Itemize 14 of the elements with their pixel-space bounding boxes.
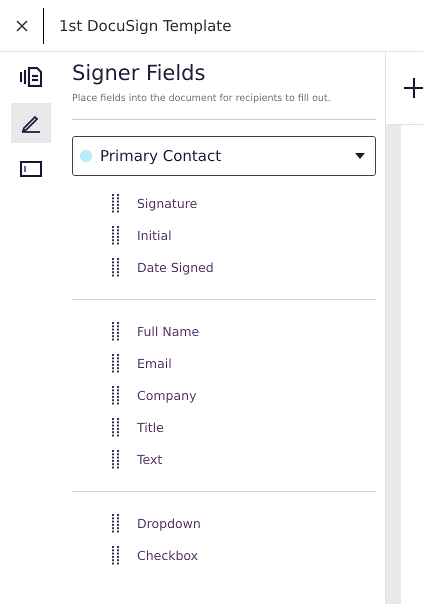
panel-title: Signer Fields [72, 61, 206, 85]
field-item[interactable]: Checkbox [72, 539, 198, 571]
field-item[interactable]: Date Signed [72, 251, 214, 283]
field-item[interactable]: Signature [72, 187, 198, 219]
field-item[interactable]: Full Name [72, 315, 200, 347]
template-title: 1st DocuSign Template [59, 16, 232, 34]
recipient-dropdown[interactable]: Primary Contact [72, 136, 376, 176]
field-item[interactable]: Email [72, 347, 172, 379]
field-item[interactable]: Title [72, 411, 164, 443]
field-item[interactable]: Text [72, 443, 162, 475]
field-item[interactable]: Initial [72, 219, 172, 251]
field-item[interactable]: Company [72, 379, 196, 411]
field-item[interactable]: Dropdown [72, 507, 201, 539]
panel-subtitle: Place fields into the document for recipients to fill out. [72, 93, 376, 120]
